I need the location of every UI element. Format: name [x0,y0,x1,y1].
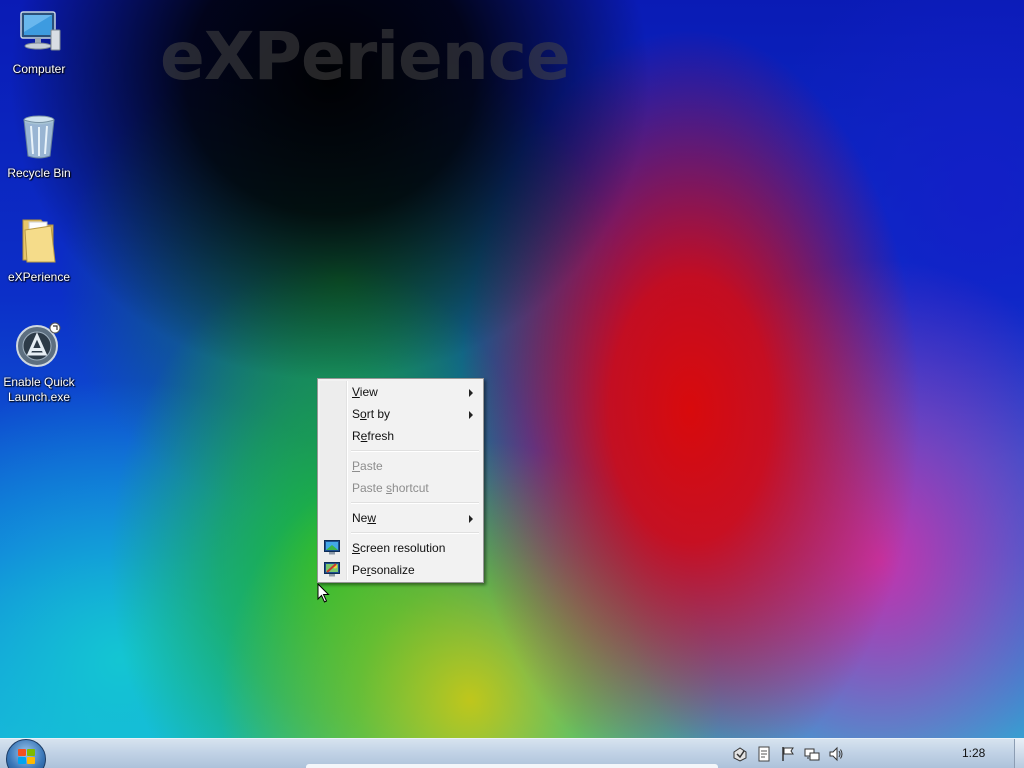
desktop[interactable]: eXPerience Computer Recycle Bin eXPerien… [0,0,1024,738]
notes-icon[interactable] [756,746,772,762]
desktop-icon-label: eXPerience [7,270,71,284]
desktop-icon-label: Computer [12,62,66,76]
volume-icon[interactable] [828,746,844,762]
menu-item-sort-by[interactable]: Sort by [320,403,481,425]
taskbar-band [306,764,718,768]
desktop-icon-label: Recycle Bin [7,166,71,180]
desktop-icon-recycle-bin[interactable]: Recycle Bin [0,112,78,181]
computer-icon [15,8,63,56]
menu-item-view[interactable]: View [320,381,481,403]
recycle-bin-icon [15,112,63,160]
display-icon [324,540,340,555]
menu-item-refresh[interactable]: Refresh [320,425,481,447]
menu-item-new[interactable]: New [320,507,481,529]
submenu-arrow-icon [469,515,473,523]
desktop-context-menu: View Sort by Refresh Paste Paste shortcu… [317,378,484,583]
menu-item-label: Screen resolution [352,541,446,555]
personalize-icon [324,562,340,577]
mouse-pointer-icon [317,582,331,603]
desktop-icon-computer[interactable]: Computer [0,8,78,77]
menu-separator [349,529,481,537]
notification-area [724,745,844,763]
submenu-arrow-icon [469,389,473,397]
taskbar-clock[interactable]: 1:28 [962,746,985,760]
show-desktop-button[interactable] [1014,739,1024,768]
desktop-icon-label: Enable Quick Launch.exe [3,375,75,404]
action-center-icon[interactable] [732,746,748,762]
submenu-arrow-icon [469,411,473,419]
desktop-icon-enable-quick-launch[interactable]: Enable Quick Launch.exe [0,321,78,405]
network-icon[interactable] [804,746,820,762]
flag-icon[interactable] [780,746,796,762]
menu-separator [349,499,481,507]
menu-separator [349,447,481,455]
menu-item-personalize[interactable]: Personalize [320,559,481,581]
wallpaper-title: eXPerience [160,18,571,95]
menu-item-paste[interactable]: Paste [320,455,481,477]
desktop-icon-experience-folder[interactable]: eXPerience [0,216,78,285]
menu-item-paste-shortcut[interactable]: Paste shortcut [320,477,481,499]
app-shortcut-icon [15,321,63,369]
menu-item-screen-resolution[interactable]: C Screen resolution [320,537,481,559]
windows-logo-icon [18,749,36,765]
folder-icon [15,216,63,264]
